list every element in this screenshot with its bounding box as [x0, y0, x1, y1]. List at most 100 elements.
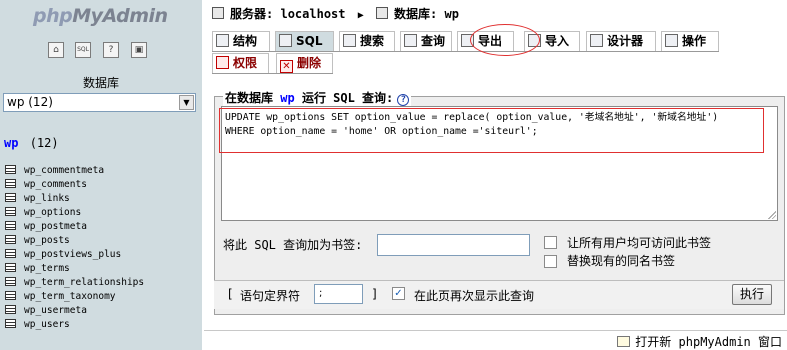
tab-sql[interactable]: SQL	[275, 31, 334, 51]
list-item[interactable]: wp_comments	[5, 178, 144, 192]
go-button[interactable]: 执行	[732, 284, 772, 305]
textarea-resize-grip[interactable]	[767, 210, 776, 219]
show-query-again-checkbox[interactable]: ✓	[392, 287, 405, 300]
list-item[interactable]: wp_users	[5, 318, 144, 332]
privileges-icon	[216, 56, 229, 69]
table-icon[interactable]	[5, 221, 16, 230]
server-icon	[212, 7, 224, 19]
table-icon[interactable]	[5, 235, 16, 244]
query-window-icon[interactable]: ▣	[131, 42, 147, 58]
logo-myadmin-text: MyAdmin	[72, 5, 168, 27]
table-link[interactable]: wp_postmeta	[24, 221, 87, 232]
table-icon[interactable]	[5, 249, 16, 258]
database-label: 数据库	[82, 76, 119, 90]
delimiter-label: 语句定界符	[240, 289, 301, 303]
table-link[interactable]: wp_terms	[24, 263, 70, 274]
table-link[interactable]: wp_postviews_plus	[24, 249, 121, 260]
tab-import[interactable]: 导入	[524, 31, 580, 51]
tab-search[interactable]: 搜索	[339, 31, 395, 51]
list-item[interactable]: wp_options	[5, 206, 144, 220]
help-icon[interactable]: ?	[397, 94, 410, 106]
tab-privileges[interactable]: 权限	[212, 53, 269, 73]
bookmark-name-input[interactable]	[377, 234, 530, 256]
sql-icon	[279, 34, 292, 47]
tab-drop[interactable]: ✕ 删除	[276, 53, 333, 73]
drop-icon: ✕	[280, 60, 293, 73]
sql-icon[interactable]: SQL	[75, 42, 91, 58]
table-link[interactable]: wp_options	[24, 207, 81, 218]
list-item[interactable]: wp_term_relationships	[5, 276, 144, 290]
table-icon[interactable]	[5, 165, 16, 174]
query-icon	[404, 34, 417, 47]
replace-bookmark-checkbox[interactable]	[544, 255, 557, 268]
database-icon	[376, 7, 388, 19]
list-item[interactable]: wp_links	[5, 192, 144, 206]
tab-label: 导出	[478, 34, 503, 48]
table-icon[interactable]	[5, 277, 16, 286]
breadcrumb-database-link[interactable]: wp	[444, 7, 458, 21]
current-database-link[interactable]: wp	[4, 136, 18, 150]
chevron-down-icon[interactable]: ▼	[179, 95, 194, 110]
query-options-bar: [ 语句定界符 ; ] ✓ 在此页再次显示此查询 执行	[214, 280, 784, 309]
search-icon	[343, 34, 356, 47]
database-select[interactable]: wp (12) ▼	[3, 93, 196, 112]
help-icon[interactable]: ?	[103, 42, 119, 58]
list-item[interactable]: wp_terms	[5, 262, 144, 276]
legend-database-link[interactable]: wp	[280, 91, 294, 105]
current-database-heading: wp (12)	[4, 136, 59, 150]
designer-icon	[590, 34, 603, 47]
table-icon[interactable]	[5, 193, 16, 202]
list-item[interactable]: wp_posts	[5, 234, 144, 248]
public-bookmark-checkbox[interactable]	[544, 236, 557, 249]
table-link[interactable]: wp_commentmeta	[24, 165, 104, 176]
table-link[interactable]: wp_term_relationships	[24, 277, 144, 288]
breadcrumb-server-label: 服务器:	[230, 7, 274, 21]
list-item[interactable]: wp_term_taxonomy	[5, 290, 144, 304]
tab-label: 搜索	[360, 34, 385, 48]
tab-query[interactable]: 查询	[400, 31, 452, 51]
legend-prefix: 在数据库	[225, 91, 274, 105]
operations-icon	[665, 34, 678, 47]
table-link[interactable]: wp_posts	[24, 235, 70, 246]
phpmyadmin-logo[interactable]: phpMyAdmin	[33, 5, 168, 27]
table-link[interactable]: wp_usermeta	[24, 305, 87, 316]
public-bookmark-label: 让所有用户均可访问此书签	[567, 236, 712, 250]
tab-label: 操作	[682, 34, 707, 48]
breadcrumb-database-label: 数据库:	[394, 7, 438, 21]
open-new-window-link[interactable]: 打开新 phpMyAdmin 窗口	[617, 333, 782, 350]
breadcrumb: 服务器: localhost ▶ 数据库: wp	[212, 5, 459, 22]
breadcrumb-separator: ▶	[357, 10, 364, 21]
tab-label: 结构	[233, 34, 258, 48]
tab-designer[interactable]: 设计器	[586, 31, 656, 51]
left-navigation-panel: phpMyAdmin ⌂ SQL ? ▣ 数据库 wp (12) ▼ wp (1…	[0, 0, 202, 350]
list-item[interactable]: wp_commentmeta	[5, 164, 144, 178]
table-link[interactable]: wp_term_taxonomy	[24, 291, 116, 302]
tab-label: 删除	[297, 56, 322, 70]
table-icon[interactable]	[5, 291, 16, 300]
tab-structure[interactable]: 结构	[212, 31, 270, 51]
table-icon[interactable]	[5, 305, 16, 314]
table-icon[interactable]	[5, 207, 16, 216]
sql-query-textarea[interactable]: UPDATE wp_options SET option_value = rep…	[221, 106, 778, 221]
table-link[interactable]: wp_links	[24, 193, 70, 204]
database-select-value: wp (12)	[7, 95, 53, 109]
tab-label: 导入	[545, 34, 570, 48]
table-icon[interactable]	[5, 179, 16, 188]
open-new-window-label[interactable]: 打开新 phpMyAdmin 窗口	[635, 335, 782, 349]
list-item[interactable]: wp_usermeta	[5, 304, 144, 318]
table-link[interactable]: wp_comments	[24, 179, 87, 190]
table-icon[interactable]	[5, 263, 16, 272]
table-icon[interactable]	[5, 319, 16, 328]
delimiter-input[interactable]: ;	[314, 284, 363, 304]
replace-bookmark-label: 替换现有的同名书签	[567, 254, 676, 268]
table-link[interactable]: wp_users	[24, 319, 70, 330]
main-content-panel: 服务器: localhost ▶ 数据库: wp 结构 SQL 搜索 查询 导出…	[202, 0, 787, 350]
list-item[interactable]: wp_postmeta	[5, 220, 144, 234]
breadcrumb-server-link[interactable]: localhost	[280, 7, 345, 21]
list-item[interactable]: wp_postviews_plus	[5, 248, 144, 262]
tab-operations[interactable]: 操作	[661, 31, 719, 51]
tab-label: 查询	[421, 34, 446, 48]
new-window-icon	[617, 336, 631, 347]
tab-export[interactable]: 导出	[457, 31, 514, 51]
home-icon[interactable]: ⌂	[48, 42, 64, 58]
